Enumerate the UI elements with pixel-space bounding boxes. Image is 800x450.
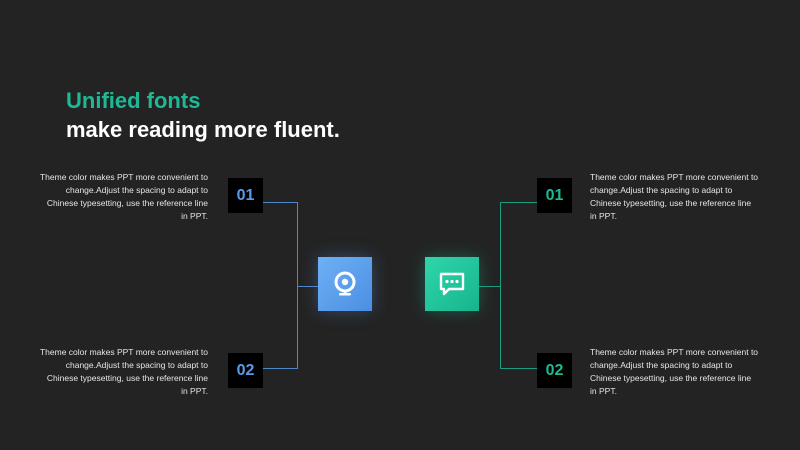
right-connector-bottom [500,368,537,369]
right-connector-vertical [500,202,501,369]
right-number-badge-1: 01 [537,178,572,213]
left-number-badge-2: 02 [228,353,263,388]
chat-bubble-icon [439,272,465,296]
title-line-2: make reading more fluent. [66,117,340,142]
left-connector-top [263,202,298,203]
left-connector-to-icon [297,286,318,287]
left-icon-tile [318,257,372,311]
left-description-2: Theme color makes PPT more convenient to… [39,347,208,396]
right-connector-top [500,202,537,203]
right-description-2: Theme color makes PPT more convenient to… [590,347,759,396]
title-line-1: Unified fonts [66,88,201,113]
left-number-badge-1: 01 [228,178,263,213]
webcam-icon [334,271,356,296]
right-connector-to-icon [479,286,501,287]
slide: Unified fonts make reading more fluent. … [0,0,800,450]
left-connector-bottom [263,368,298,369]
right-description-1: Theme color makes PPT more convenient to… [590,172,759,221]
right-icon-tile [425,257,479,311]
left-description-1: Theme color makes PPT more convenient to… [39,172,208,221]
right-number-badge-2: 02 [537,353,572,388]
